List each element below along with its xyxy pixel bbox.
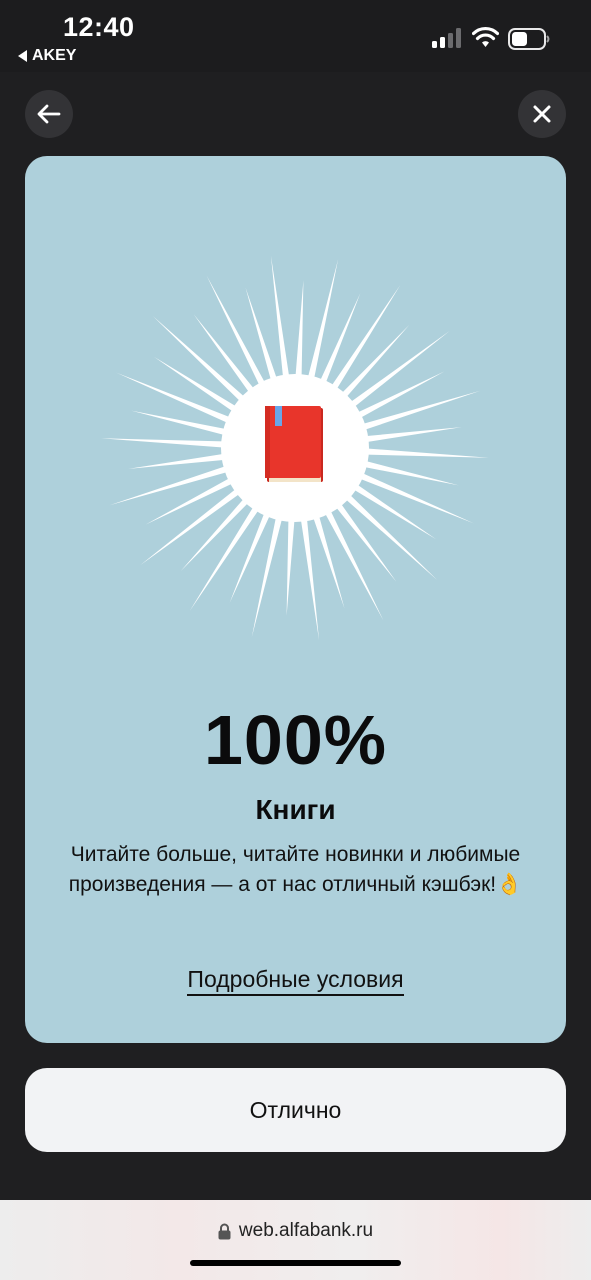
battery-icon [508,28,550,50]
close-icon [533,105,551,123]
category-title: Книги [255,794,336,825]
back-button[interactable] [25,90,73,138]
back-app-label: AKEY [32,47,77,64]
promo-screen: 100% Книги Читайте больше, читайте новин… [0,72,591,1200]
back-triangle-icon [18,50,27,62]
back-to-app-link[interactable]: AKEY [18,47,76,65]
lock-icon [218,1223,231,1239]
ok-button[interactable]: Отлично [25,1068,566,1152]
status-time: 12:40 [63,12,135,42]
details-link-label[interactable]: Подробные условия [187,966,404,996]
close-button[interactable] [518,90,566,138]
url-display[interactable]: web.alfabank.ru [0,1220,591,1242]
url-text: web.alfabank.ru [238,1220,374,1241]
details-link[interactable]: Подробные условия [25,966,566,996]
cellular-signal-icon [432,28,461,48]
status-bar: 12:40 AKEY [0,0,591,72]
cashback-card: 100% Книги Читайте больше, читайте новин… [25,156,566,1043]
browser-address-bar[interactable]: web.alfabank.ru [0,1200,591,1280]
category-description: Читайте больше, читайте новинки и любимы… [68,843,523,896]
wifi-icon [472,26,499,47]
cashback-percent: 100% [203,701,388,779]
arrow-left-icon [37,104,61,124]
book-icon [265,406,323,482]
home-indicator [190,1260,401,1266]
